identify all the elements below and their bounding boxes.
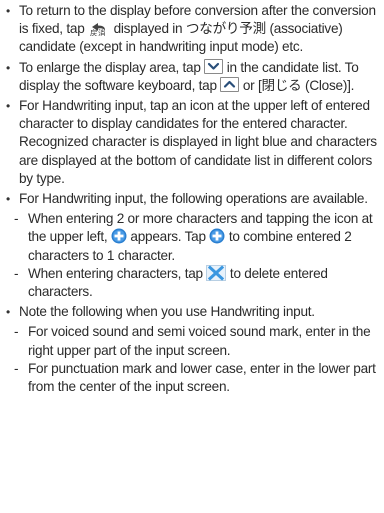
bullet-item-undo-conversion: • To return to the display before conver… [6,2,380,57]
sub-item-text: For voiced sound and semi voiced sound m… [28,324,371,358]
bullet-dot: • [6,60,10,75]
plus-combine-icon [209,228,225,244]
bullet-dot: • [6,4,10,18]
item-text: For Handwriting input, tap an icon at th… [19,98,377,186]
bullet-item-handwriting-operations: • For Handwriting input, the following o… [6,190,380,208]
plus-combine-icon [111,228,127,244]
svg-text:戻: 戻 [90,28,98,37]
sub-item-punctuation: - For punctuation mark and lower case, e… [6,360,380,396]
item-text: For Handwriting input, the following ope… [19,191,368,207]
item-text: Note the following when you use Handwrit… [19,304,315,320]
bullet-item-handwriting-notes: • Note the following when you use Handwr… [6,303,380,321]
chevron-down-icon [204,58,224,74]
svg-text:消: 消 [98,28,106,37]
sub-item-text: For punctuation mark and lower case, ent… [28,360,376,395]
item-text: or [閉じる (Close)]. [239,77,355,93]
undo-conversion-icon: 戻消 [88,21,110,38]
dash-marker: - [14,324,19,340]
bullet-item-enlarge-display: • To enlarge the display area, tap in th… [6,58,380,95]
dash-marker: - [14,211,19,227]
sub-item-voiced-sound: - For voiced sound and semi voiced sound… [6,323,380,359]
dash-marker: - [14,265,19,281]
sub-item-combine-characters: - When entering 2 or more characters and… [6,210,380,265]
sub-item-text: appears. Tap [126,229,210,245]
bullet-item-handwriting-candidates: • For Handwriting input, tap an icon at … [6,97,380,188]
delete-x-icon [206,264,227,281]
bullet-dot: • [6,192,10,207]
bullet-dot: • [6,305,10,320]
sub-item-delete-characters: - When entering characters, tap to delet… [6,264,380,301]
dash-marker: - [14,360,19,376]
sub-item-text: When entering characters, tap [28,265,207,281]
chevron-up-icon [220,76,240,92]
document-page: • To return to the display before conver… [0,0,384,513]
bullet-dot: • [6,99,10,114]
item-text: To enlarge the display area, tap [19,59,205,75]
